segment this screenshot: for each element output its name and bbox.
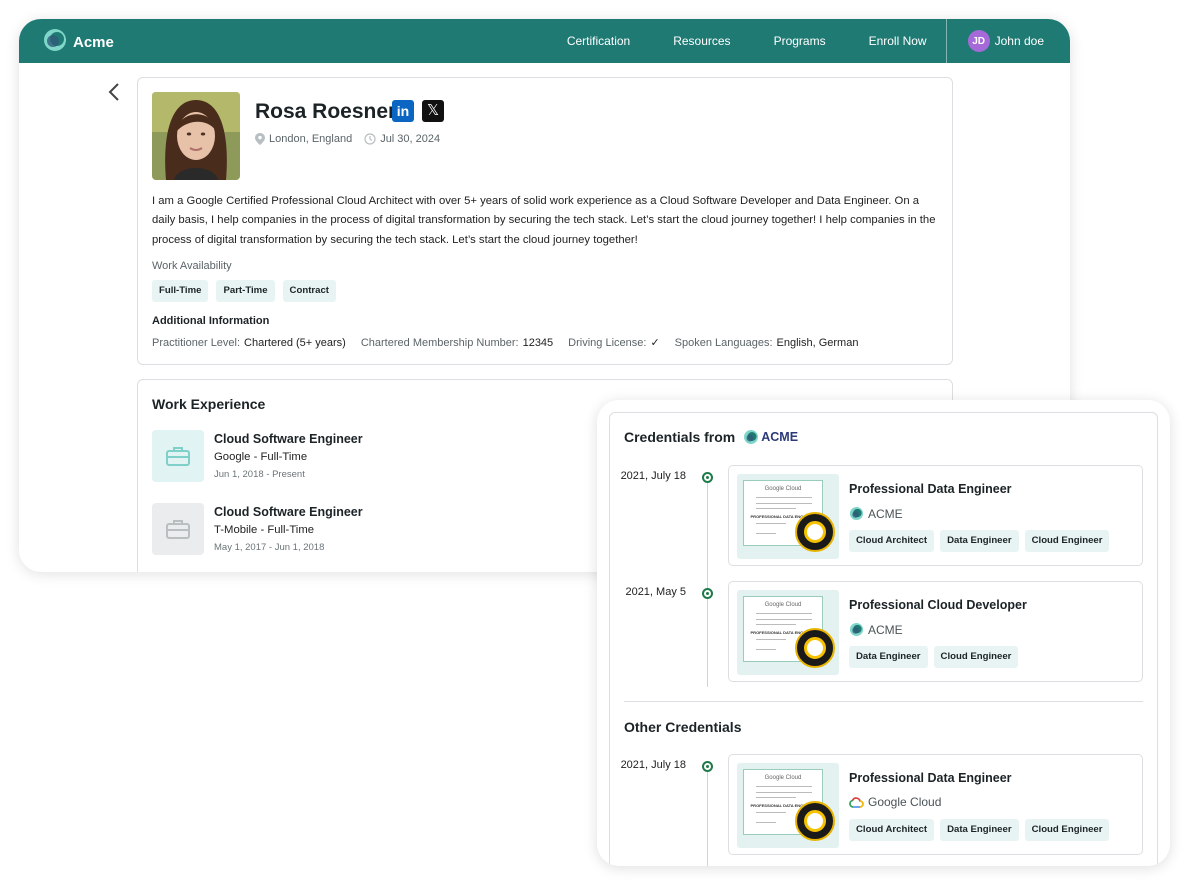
section-divider bbox=[624, 701, 1143, 702]
additional-info-label: Additional Information bbox=[152, 315, 270, 327]
credential-card[interactable]: Google Cloud PROFESSIONAL DATA ENGINEER P… bbox=[728, 465, 1143, 566]
availability-tags: Full-Time Part-Time Contract bbox=[152, 280, 344, 302]
skill-tag: Cloud Architect bbox=[849, 530, 935, 552]
acme-logo-icon bbox=[744, 430, 759, 444]
skill-tag: Cloud Engineer bbox=[933, 646, 1019, 668]
credentials-heading: Credentials from ACME bbox=[624, 429, 798, 445]
job-company: T-Mobile - Full-Time bbox=[214, 524, 315, 536]
job-item[interactable]: Cloud Software Engineer Google - Full-Ti… bbox=[152, 430, 552, 482]
credential-tags: Data Engineer Cloud Engineer bbox=[849, 646, 1024, 668]
certificate-thumbnail: Google Cloud PROFESSIONAL DATA ENGINEER bbox=[737, 474, 839, 559]
practitioner-level-key: Practitioner Level: bbox=[152, 336, 241, 349]
credentials-title: Credentials from bbox=[624, 429, 736, 445]
credential-issuer-name: ACME bbox=[868, 506, 903, 521]
membership-number-value: 12345 bbox=[522, 336, 554, 349]
tag-contract: Contract bbox=[282, 280, 336, 302]
credential-date: 2021, July 18 bbox=[620, 759, 686, 771]
credential-tags: Cloud Architect Data Engineer Cloud Engi… bbox=[849, 530, 1115, 552]
certificate-thumbnail: Google Cloud PROFESSIONAL DATA ENGINEER bbox=[737, 590, 839, 675]
clock-icon bbox=[364, 133, 376, 145]
back-arrow-icon[interactable] bbox=[107, 81, 123, 103]
credentials-card: Credentials from ACME 2021, July 18 Goog… bbox=[609, 412, 1158, 866]
acme-logo-icon bbox=[849, 622, 864, 637]
skill-tag: Cloud Architect bbox=[849, 819, 935, 841]
tag-part-time: Part-Time bbox=[216, 280, 275, 302]
driving-license-key: Driving License: bbox=[568, 336, 647, 349]
practitioner-level-value: Chartered (5+ years) bbox=[244, 336, 346, 349]
certificate-thumbnail: Google Cloud PROFESSIONAL DATA ENGINEER bbox=[737, 763, 839, 848]
other-credentials-title: Other Credentials bbox=[624, 719, 742, 735]
nav-certification[interactable]: Certification bbox=[567, 34, 630, 48]
membership-number-key: Chartered Membership Number: bbox=[360, 336, 519, 349]
job-company: Google - Full-Time bbox=[214, 451, 308, 463]
acme-logo-text: ACME bbox=[761, 430, 799, 444]
avatar: JD bbox=[967, 30, 990, 52]
credential-date: 2021, May 5 bbox=[625, 586, 686, 598]
credential-title: Professional Data Engineer bbox=[849, 771, 1012, 785]
work-experience-title: Work Experience bbox=[152, 396, 266, 412]
nav-programs[interactable]: Programs bbox=[774, 34, 826, 48]
profile-card: Rosa Roesner in 𝕏 London, England Jul 30… bbox=[137, 77, 953, 365]
job-dates: Jun 1, 2018 - Present bbox=[214, 469, 305, 480]
skill-tag: Cloud Engineer bbox=[1024, 819, 1110, 841]
timeline-dot bbox=[702, 588, 713, 599]
additional-info-row: Practitioner Level: Chartered (5+ years)… bbox=[152, 336, 873, 350]
timeline-dot bbox=[702, 472, 713, 483]
credential-tags: Cloud Architect Data Engineer Cloud Engi… bbox=[849, 819, 1115, 841]
profile-date: Jul 30, 2024 bbox=[380, 133, 441, 145]
credential-title: Professional Cloud Developer bbox=[849, 598, 1027, 612]
timeline-dot bbox=[702, 761, 713, 772]
spoken-languages-value: English, German bbox=[776, 336, 859, 349]
profile-name: Rosa Roesner bbox=[255, 100, 397, 123]
credential-issuer: ACME bbox=[849, 622, 903, 637]
nav-enroll-now[interactable]: Enroll Now bbox=[869, 34, 927, 48]
acme-logo-icon[interactable] bbox=[42, 27, 68, 53]
top-navbar: Acme Certification Resources Programs En… bbox=[19, 19, 1070, 63]
credential-issuer: Google Cloud bbox=[849, 795, 941, 809]
skill-tag: Cloud Engineer bbox=[1024, 530, 1110, 552]
google-cloud-label: Google Cloud bbox=[764, 602, 802, 608]
google-cloud-label: Google Cloud bbox=[764, 486, 802, 492]
profile-bio: I am a Google Certified Professional Clo… bbox=[152, 195, 936, 246]
check-icon: ✓ bbox=[650, 337, 660, 349]
spoken-languages-key: Spoken Languages: bbox=[674, 336, 773, 349]
credential-issuer-name: ACME bbox=[868, 622, 903, 637]
linkedin-icon[interactable]: in bbox=[392, 100, 414, 122]
job-title: Cloud Software Engineer bbox=[214, 505, 363, 519]
credential-card[interactable]: Google Cloud PROFESSIONAL DATA ENGINEER P… bbox=[728, 754, 1143, 855]
profile-photo bbox=[152, 92, 240, 180]
timeline-line bbox=[707, 477, 708, 687]
job-title: Cloud Software Engineer bbox=[214, 432, 363, 446]
credential-card[interactable]: Google Cloud PROFESSIONAL DATA ENGINEER P… bbox=[728, 581, 1143, 682]
google-cloud-badge-icon bbox=[795, 512, 835, 552]
user-name: John doe bbox=[994, 34, 1044, 48]
brand-name[interactable]: Acme bbox=[73, 34, 114, 51]
job-item[interactable]: Cloud Software Engineer T-Mobile - Full-… bbox=[152, 503, 552, 555]
timeline-line bbox=[707, 765, 708, 866]
credential-date: 2021, July 18 bbox=[620, 470, 686, 482]
job-dates: May 1, 2017 - Jun 1, 2018 bbox=[214, 542, 325, 553]
google-cloud-badge-icon bbox=[795, 801, 835, 841]
google-cloud-label: Google Cloud bbox=[764, 775, 802, 781]
skill-tag: Data Engineer bbox=[849, 646, 928, 668]
profile-meta: London, England Jul 30, 2024 bbox=[255, 133, 440, 145]
credential-title: Professional Data Engineer bbox=[849, 482, 1012, 496]
acme-logo-icon bbox=[849, 506, 864, 521]
tag-full-time: Full-Time bbox=[152, 280, 209, 302]
credential-issuer: ACME bbox=[849, 506, 903, 521]
briefcase-icon bbox=[152, 430, 204, 482]
profile-location: London, England bbox=[269, 133, 353, 145]
credentials-panel: Credentials from ACME 2021, July 18 Goog… bbox=[597, 400, 1170, 866]
work-availability-label: Work Availability bbox=[152, 260, 232, 272]
briefcase-icon bbox=[152, 503, 204, 555]
google-cloud-icon bbox=[849, 797, 864, 808]
credential-issuer-name: Google Cloud bbox=[868, 795, 942, 809]
skill-tag: Data Engineer bbox=[940, 530, 1019, 552]
user-menu[interactable]: JD John doe bbox=[947, 30, 1070, 52]
skill-tag: Data Engineer bbox=[940, 819, 1019, 841]
x-twitter-icon[interactable]: 𝕏 bbox=[422, 100, 444, 122]
nav-resources[interactable]: Resources bbox=[673, 34, 730, 48]
location-pin-icon bbox=[255, 133, 265, 145]
google-cloud-badge-icon bbox=[795, 628, 835, 668]
